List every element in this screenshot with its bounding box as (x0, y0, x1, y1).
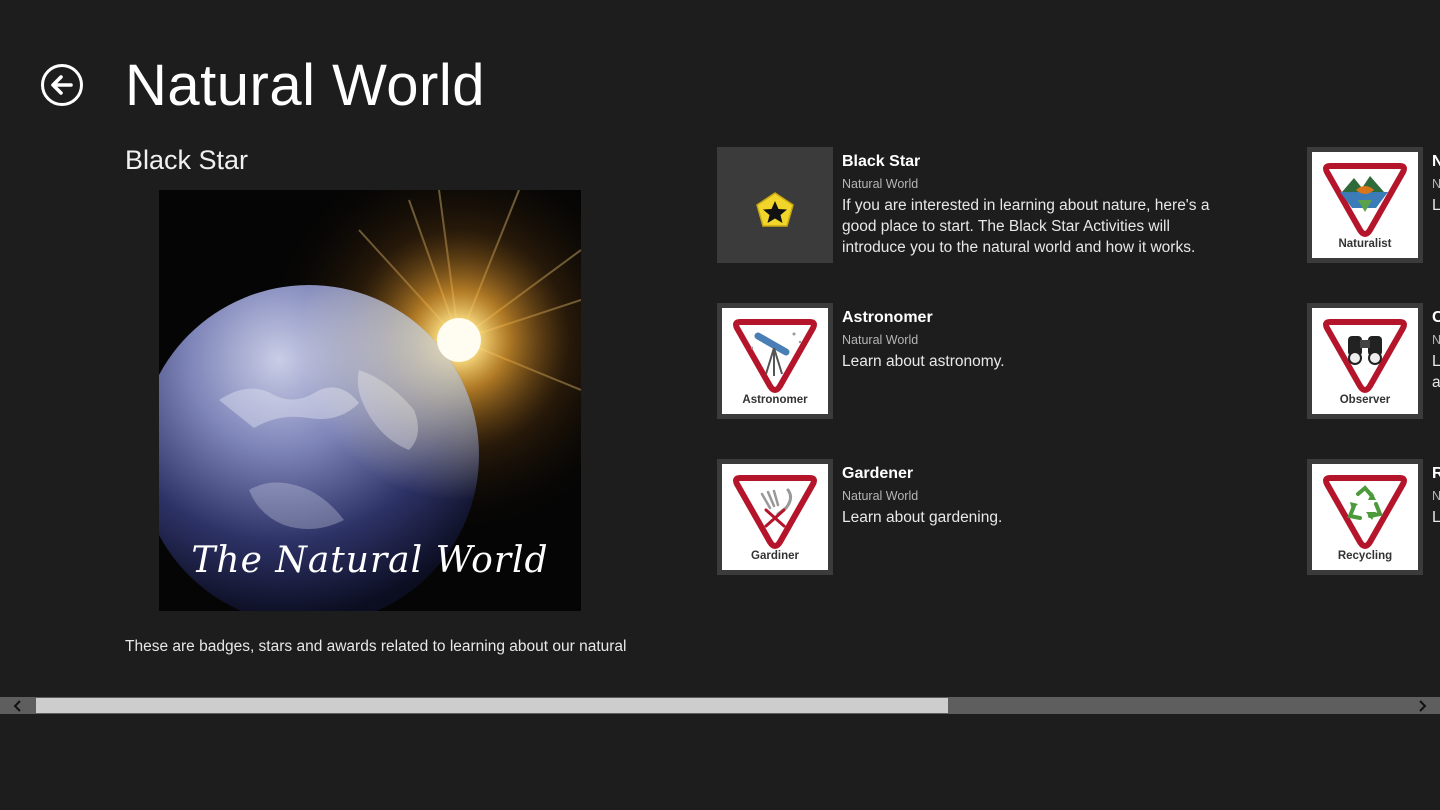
item-category: N (1432, 333, 1440, 347)
page: Natural World Black Star The Natural Wor… (0, 0, 1440, 810)
horizontal-scrollbar[interactable] (0, 697, 1440, 714)
item-thumbnail: Recycling (1307, 459, 1423, 575)
chevron-right-icon (1419, 699, 1427, 712)
item-description: If you are interested in learning about … (842, 197, 1210, 256)
item-thumbnail: Gardiner (717, 459, 833, 575)
item-title: R (1432, 465, 1440, 482)
badge-label: Astronomer (742, 394, 808, 406)
item-thumbnail (717, 147, 833, 263)
item-description: Learn about astronomy. (842, 353, 1005, 370)
list-item-gardener[interactable]: Gardiner Gardener Natural World Learn ab… (717, 459, 1277, 577)
item-title: N (1432, 153, 1440, 170)
list-item-black-star[interactable]: Black Star Natural World If you are inte… (717, 147, 1277, 265)
item-category: N (1432, 489, 1440, 503)
badge-label: Naturalist (1338, 238, 1392, 250)
back-arrow-icon (41, 64, 83, 106)
item-title: Black Star (842, 153, 921, 170)
item-title: Astronomer (842, 309, 933, 326)
list-item-astronomer[interactable]: Astronomer Astronomer Natural World Lear… (717, 303, 1277, 421)
scroll-right-button[interactable] (1404, 697, 1440, 714)
black-star-icon (756, 192, 794, 227)
page-title: Natural World (125, 53, 485, 118)
item-description: L (1432, 509, 1440, 526)
item-description: L a (1432, 353, 1440, 391)
featured-image[interactable]: The Natural World (159, 190, 581, 611)
item-category: N (1432, 177, 1440, 191)
list-item-observer[interactable]: Observer C N L a (1307, 303, 1440, 421)
featured-image-caption: The Natural World (191, 540, 549, 581)
item-thumbnail: Astronomer (717, 303, 833, 419)
featured-title[interactable]: Black Star (125, 143, 248, 177)
scroll-left-button[interactable] (0, 697, 36, 714)
scrollbar-thumb[interactable] (36, 698, 948, 713)
item-title: Gardener (842, 465, 914, 482)
item-category: Natural World (842, 177, 919, 191)
item-thumbnail: Naturalist (1307, 147, 1423, 263)
badge-label: Observer (1339, 394, 1391, 406)
item-description: Learn about gardening. (842, 509, 1003, 526)
item-category: Natural World (842, 333, 919, 347)
featured-description: These are badges, stars and awards relat… (125, 638, 627, 655)
badge-label: Recycling (1337, 550, 1393, 562)
item-thumbnail: Observer (1307, 303, 1423, 419)
item-description: L (1432, 197, 1440, 214)
list-item-recycling[interactable]: Recycling R N L (1307, 459, 1440, 577)
chevron-left-icon (13, 699, 21, 712)
badge-label: Gardiner (751, 550, 799, 562)
item-title: C (1432, 309, 1440, 326)
list-item-naturalist[interactable]: Naturalist N N L (1307, 147, 1440, 265)
item-category: Natural World (842, 489, 919, 503)
back-button[interactable] (40, 63, 84, 107)
